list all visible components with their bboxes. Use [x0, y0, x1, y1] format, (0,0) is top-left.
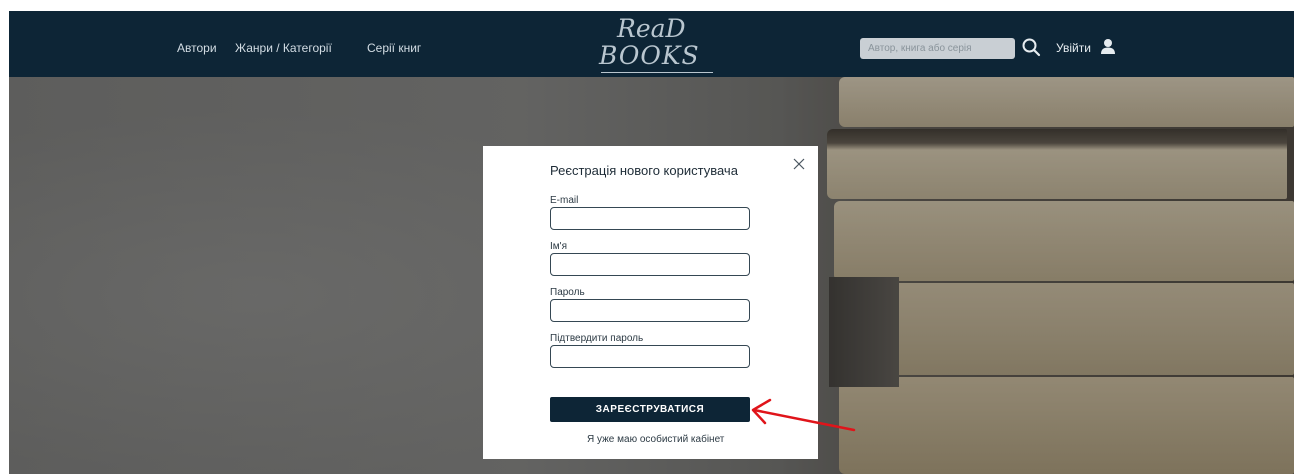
- name-field[interactable]: [550, 253, 750, 276]
- site-logo[interactable]: ReaD BOOKS: [589, 12, 719, 76]
- logo-line2: BOOKS: [599, 41, 700, 70]
- name-label: Ім'я: [550, 241, 567, 252]
- email-field[interactable]: [550, 207, 750, 230]
- annotation-arrow-icon: [751, 398, 856, 432]
- confirm-password-field[interactable]: [550, 345, 750, 368]
- search-icon[interactable]: [1021, 37, 1041, 57]
- login-link[interactable]: Увійти: [1056, 41, 1091, 55]
- site-header: Автори Жанри / Категорії Серії книг ReaD…: [9, 11, 1294, 77]
- existing-account-link[interactable]: Я уже маю особистий кабінет: [587, 434, 724, 446]
- nav-genres-categories[interactable]: Жанри / Категорії: [235, 41, 332, 55]
- email-label: E-mail: [550, 195, 579, 206]
- user-icon[interactable]: [1100, 38, 1116, 55]
- close-icon[interactable]: [793, 158, 805, 170]
- nav-book-series[interactable]: Серії книг: [367, 41, 421, 55]
- register-button[interactable]: ЗАРЕЄСТРУВАТИСЯ: [550, 397, 750, 422]
- modal-title: Реєстрація нового користувача: [550, 163, 738, 178]
- logo-underline: [601, 72, 713, 73]
- logo-line1: ReaD: [617, 14, 686, 43]
- page: Автори Жанри / Категорії Серії книг ReaD…: [0, 0, 1298, 474]
- search-input[interactable]: [860, 38, 1015, 59]
- password-field[interactable]: [550, 299, 750, 322]
- confirm-password-label: Підтвердити пароль: [550, 333, 644, 344]
- password-label: Пароль: [550, 287, 585, 298]
- nav-authors[interactable]: Автори: [177, 41, 217, 55]
